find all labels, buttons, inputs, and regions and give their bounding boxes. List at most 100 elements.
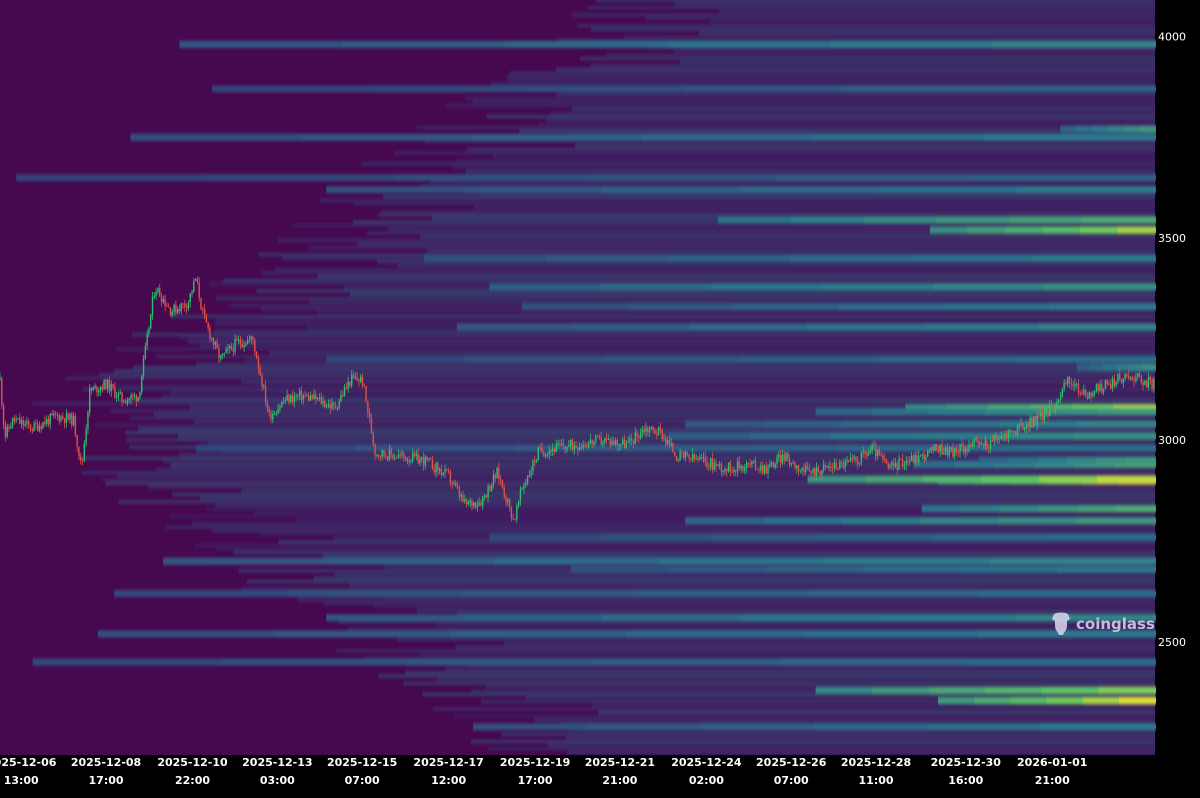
liquidity-level-band xyxy=(1060,125,1078,133)
liquidity-level-band xyxy=(960,505,1001,513)
candle-body xyxy=(517,501,520,506)
candle-body xyxy=(1022,422,1024,430)
heatmap-band xyxy=(598,711,1155,715)
candle-body xyxy=(537,447,540,460)
liquidity-level-band xyxy=(920,420,1000,428)
candle-body xyxy=(20,420,23,424)
liquidation-heatmap-chart: 4000350030002500 2025-12-0613:002025-12-… xyxy=(0,0,1186,787)
candle-body xyxy=(909,461,911,463)
candle-body xyxy=(514,519,516,521)
candle-body xyxy=(1138,373,1141,377)
candle-body xyxy=(264,385,267,403)
liquidity-level-band xyxy=(683,85,842,93)
heatmap-band xyxy=(261,271,1155,275)
candle-body xyxy=(620,444,622,446)
candle-body xyxy=(717,464,719,467)
candle-body xyxy=(683,452,685,458)
candle-body xyxy=(173,304,175,312)
x-tick-time: 13:00 xyxy=(4,774,39,787)
candle-body xyxy=(358,380,360,382)
candle-body xyxy=(239,339,242,344)
candle-body xyxy=(534,460,536,463)
candle-body xyxy=(718,464,721,466)
candle-body xyxy=(47,419,50,425)
candle-body xyxy=(887,463,889,468)
candle-body xyxy=(962,445,965,453)
candle-body xyxy=(600,436,602,445)
candle-body xyxy=(1137,373,1139,378)
candle-body xyxy=(302,395,304,400)
heatmap-band xyxy=(679,60,1155,64)
candle-body xyxy=(1122,378,1125,383)
liquidity-level-band xyxy=(602,614,742,622)
candle-body xyxy=(394,457,396,459)
candle-body xyxy=(227,348,229,350)
candle-body xyxy=(315,394,317,400)
candle-body xyxy=(372,433,374,444)
candle-body xyxy=(1065,382,1067,385)
candle-body xyxy=(106,379,109,389)
candle-body xyxy=(708,466,710,468)
candle-body xyxy=(35,422,37,425)
candle-body xyxy=(1043,413,1046,420)
candle-body xyxy=(684,452,687,458)
candle-body xyxy=(526,477,529,483)
candle-body xyxy=(182,303,184,305)
candle-body xyxy=(873,445,875,447)
heatmap-band xyxy=(179,336,1156,340)
candle-body xyxy=(937,446,940,452)
candle-body xyxy=(359,376,362,382)
candle-body xyxy=(857,460,859,464)
candle-body xyxy=(130,395,132,399)
heatmap-band xyxy=(374,605,1155,609)
candle-body xyxy=(230,345,233,349)
heatmap-band xyxy=(317,311,1155,315)
candle-body xyxy=(1041,411,1044,420)
candle-body xyxy=(569,439,572,445)
candle-body xyxy=(711,458,714,470)
candle-body xyxy=(754,460,757,469)
candle-body xyxy=(1025,424,1028,428)
x-tick-time: 07:00 xyxy=(774,774,809,787)
heatmap-band xyxy=(674,2,1155,6)
candle-body xyxy=(840,461,843,463)
heatmap-band xyxy=(606,53,1155,57)
candle-body xyxy=(159,288,161,297)
candle-body xyxy=(672,443,674,453)
candle-body xyxy=(584,444,586,447)
candle-body xyxy=(1120,379,1123,383)
candle-body xyxy=(498,467,500,480)
candle-body xyxy=(105,379,107,389)
candle-body xyxy=(968,444,970,451)
liquidity-level-band xyxy=(461,590,636,598)
liquidity-level-band xyxy=(573,323,691,331)
heatmap-band xyxy=(188,340,1156,344)
heatmap-band xyxy=(349,583,1155,587)
candle-body xyxy=(446,469,448,471)
heatmap-band xyxy=(81,387,1155,391)
candle-body xyxy=(941,444,943,455)
heatmap-band xyxy=(115,347,1156,351)
candle-body xyxy=(246,340,249,345)
candle-body xyxy=(1104,380,1107,390)
candle-body xyxy=(1075,383,1078,385)
liquidity-level-band xyxy=(32,658,221,666)
candle-body xyxy=(115,396,118,398)
candle-body xyxy=(17,418,19,420)
candle-body xyxy=(892,461,895,467)
x-tick-date: 2026-01-01 xyxy=(1017,756,1087,769)
liquidity-level-band xyxy=(1039,475,1099,483)
candle-body xyxy=(792,462,794,464)
liquidity-level-band xyxy=(789,254,913,262)
liquidity-level-band xyxy=(1076,420,1156,428)
candle-body xyxy=(1140,376,1142,383)
candle-body xyxy=(1006,434,1008,439)
liquidity-level-band xyxy=(922,323,1040,331)
candle-body xyxy=(901,459,904,467)
y-tick-label: 2500 xyxy=(1158,636,1186,649)
candle-body xyxy=(1032,416,1035,428)
candle-body xyxy=(207,322,209,329)
liquidity-level-band xyxy=(464,614,604,622)
candle-body xyxy=(228,345,231,349)
candle-body xyxy=(422,457,425,466)
